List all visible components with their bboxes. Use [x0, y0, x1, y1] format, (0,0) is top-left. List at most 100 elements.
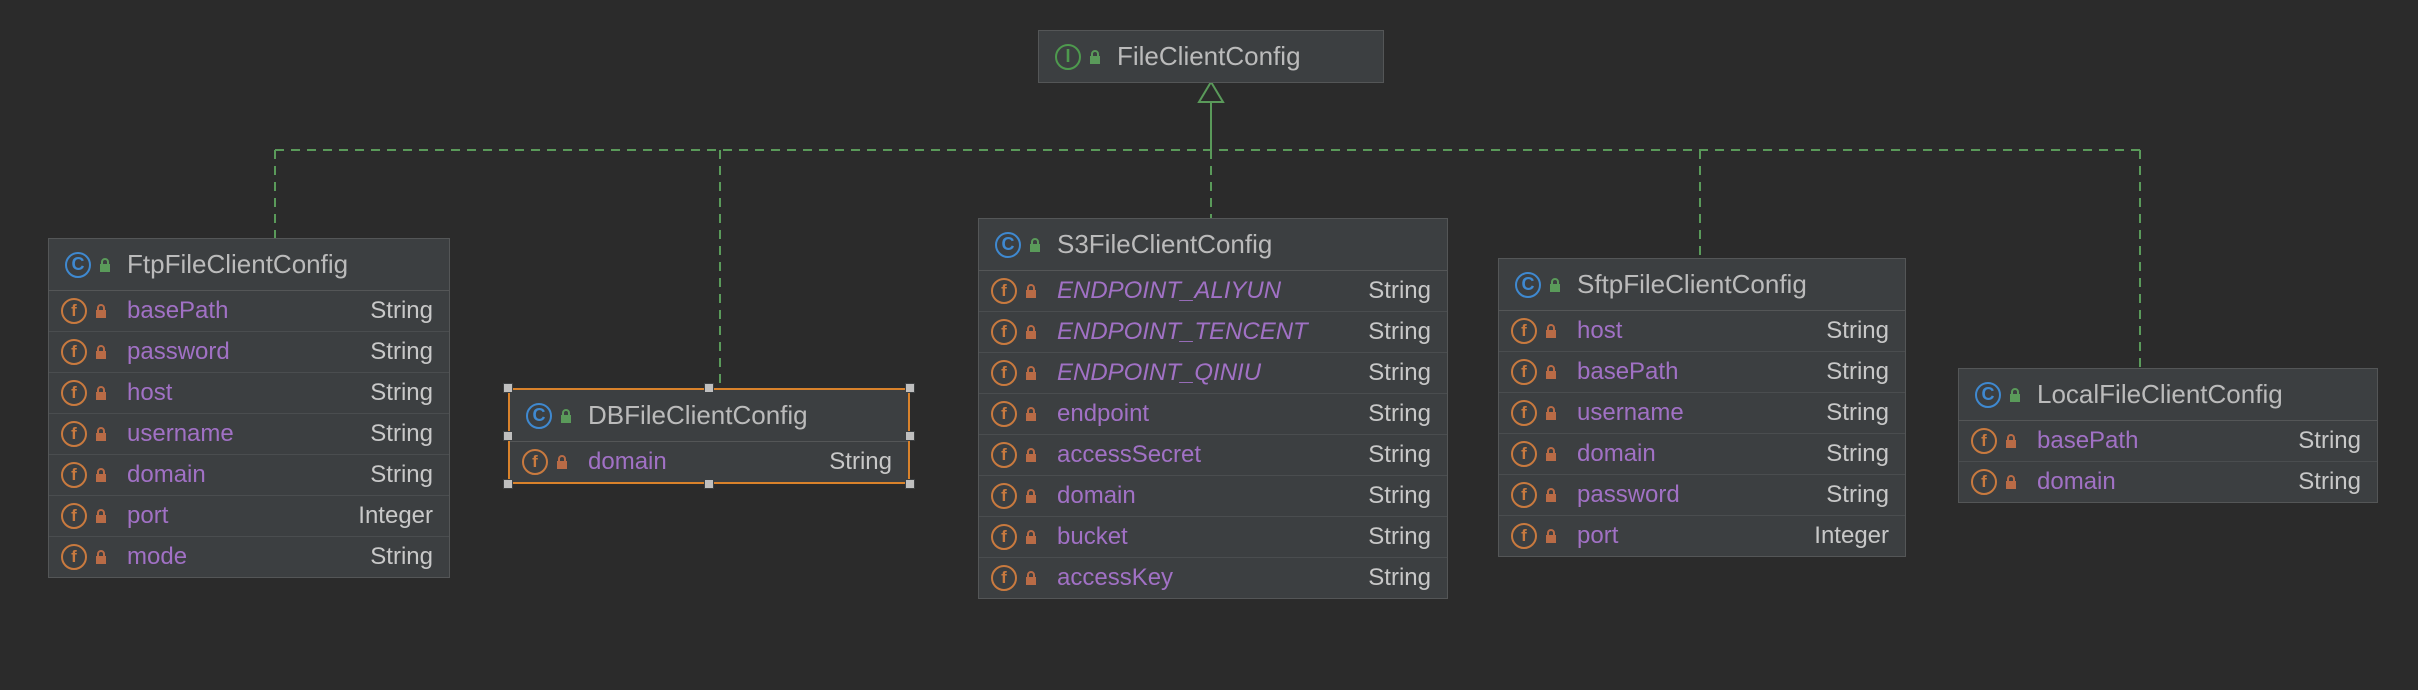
field-row[interactable]: fusernameString [49, 414, 449, 455]
box-title: I FileClientConfig [1039, 31, 1383, 82]
box-s3fileclientconfig[interactable]: C S3FileClientConfig f ENDPOINT_ALIYUN Str… [978, 218, 1448, 599]
lock-icon [2007, 387, 2023, 403]
lock-icon [1543, 323, 1559, 339]
field-icon: f [61, 544, 87, 570]
field-row[interactable]: fdomainString [1499, 434, 1905, 475]
field-icon: f [61, 503, 87, 529]
field-row[interactable]: fdomainString [1959, 462, 2377, 502]
field-icon: f [1511, 441, 1537, 467]
field-type: String [1826, 317, 1889, 345]
field-icon: f [1511, 400, 1537, 426]
box-dbfileclientconfig[interactable]: C DBFileClientConfig fdomainString [508, 388, 910, 484]
lock-icon [1543, 528, 1559, 544]
field-type: String [370, 297, 433, 325]
field-name: password [1577, 481, 1802, 509]
field-row[interactable]: faccessSecretString [979, 435, 1447, 476]
lock-icon [1023, 365, 1039, 381]
selection-handle[interactable] [905, 431, 915, 441]
field-row[interactable]: fdomainString [510, 442, 908, 482]
field-name: username [127, 420, 346, 448]
field-icon: f [61, 462, 87, 488]
uml-diagram: I FileClientConfig C FtpFileClientConfig… [0, 0, 2418, 690]
field-type: String [370, 379, 433, 407]
field-icon: f [61, 380, 87, 406]
field-type: Integer [1814, 522, 1889, 550]
field-name: password [127, 338, 346, 366]
field-name: ENDPOINT_QINIU [1057, 359, 1344, 387]
box-ftpfileclientconfig[interactable]: C FtpFileClientConfig fbasePathStringfpa… [48, 238, 450, 578]
lock-icon [1027, 237, 1043, 253]
box-fileclientconfig[interactable]: I FileClientConfig [1038, 30, 1384, 83]
field-row[interactable]: fhostString [49, 373, 449, 414]
lock-icon [1023, 488, 1039, 504]
field-icon: f [61, 298, 87, 324]
box-title: C LocalFileClientConfig [1959, 369, 2377, 421]
field-row[interactable]: fENDPOINT_TENCENTString [979, 312, 1447, 353]
field-row[interactable]: fmodeString [49, 537, 449, 577]
lock-icon [2003, 433, 2019, 449]
box-title-label: FtpFileClientConfig [127, 249, 348, 280]
field-list: fENDPOINT_ALIYUNStringfENDPOINT_TENCENTS… [979, 271, 1447, 598]
field-row[interactable]: fbasePathString [49, 291, 449, 332]
field-icon: f [1511, 523, 1537, 549]
selection-handle[interactable] [704, 383, 714, 393]
field-type: String [1826, 399, 1889, 427]
field-row[interactable]: fpasswordString [1499, 475, 1905, 516]
field-type: String [829, 448, 892, 476]
field-name: endpoint [1057, 400, 1344, 428]
field-icon: f [61, 339, 87, 365]
selection-handle[interactable] [905, 383, 915, 393]
class-icon: C [1515, 272, 1541, 298]
field-name: domain [1057, 482, 1344, 510]
field-row[interactable]: fbucketString [979, 517, 1447, 558]
field-row[interactable]: fdomainString [979, 476, 1447, 517]
field-row[interactable]: fhostString [1499, 311, 1905, 352]
lock-icon [97, 257, 113, 273]
selection-handle[interactable] [503, 479, 513, 489]
field-row[interactable]: f ENDPOINT_ALIYUN String [979, 271, 1447, 312]
field-name: ENDPOINT_ALIYUN [1057, 277, 1344, 305]
lock-icon [93, 344, 109, 360]
field-name: domain [1577, 440, 1802, 468]
selection-handle[interactable] [905, 479, 915, 489]
class-icon: C [526, 403, 552, 429]
field-icon: f [61, 421, 87, 447]
field-type: String [1368, 277, 1431, 305]
lock-icon [1023, 283, 1039, 299]
field-row[interactable]: fbasePathString [1499, 352, 1905, 393]
field-row[interactable]: fportInteger [1499, 516, 1905, 556]
box-title-label: DBFileClientConfig [588, 400, 808, 431]
field-row[interactable]: fbasePathString [1959, 421, 2377, 462]
field-row[interactable]: fdomainString [49, 455, 449, 496]
field-name: domain [2037, 468, 2274, 496]
class-icon: C [65, 252, 91, 278]
selection-handle[interactable] [503, 431, 513, 441]
field-row[interactable]: fusernameString [1499, 393, 1905, 434]
class-icon: C [1975, 382, 2001, 408]
field-row[interactable]: fportInteger [49, 496, 449, 537]
field-type: Integer [358, 502, 433, 530]
field-row[interactable]: fpasswordString [49, 332, 449, 373]
box-title: C S3FileClientConfig [979, 219, 1447, 271]
lock-icon [1023, 447, 1039, 463]
field-type: String [370, 461, 433, 489]
box-localfileclientconfig[interactable]: C LocalFileClientConfig fbasePathStringf… [1958, 368, 2378, 503]
box-title: C SftpFileClientConfig [1499, 259, 1905, 311]
selection-handle[interactable] [503, 383, 513, 393]
field-name: ENDPOINT_TENCENT [1057, 318, 1344, 346]
lock-icon [1547, 277, 1563, 293]
field-row[interactable]: fendpointString [979, 394, 1447, 435]
field-name: host [1577, 317, 1802, 345]
field-icon: f [991, 278, 1017, 304]
class-icon: C [995, 232, 1021, 258]
field-name: basePath [2037, 427, 2274, 455]
lock-icon [93, 385, 109, 401]
field-type: String [1368, 523, 1431, 551]
field-icon: f [991, 565, 1017, 591]
field-name: mode [127, 543, 346, 571]
selection-handle[interactable] [704, 479, 714, 489]
field-row[interactable]: faccessKeyString [979, 558, 1447, 598]
box-sftpfileclientconfig[interactable]: C SftpFileClientConfig f host String fbaseP… [1498, 258, 1906, 557]
box-title: C FtpFileClientConfig [49, 239, 449, 291]
field-row[interactable]: fENDPOINT_QINIUString [979, 353, 1447, 394]
